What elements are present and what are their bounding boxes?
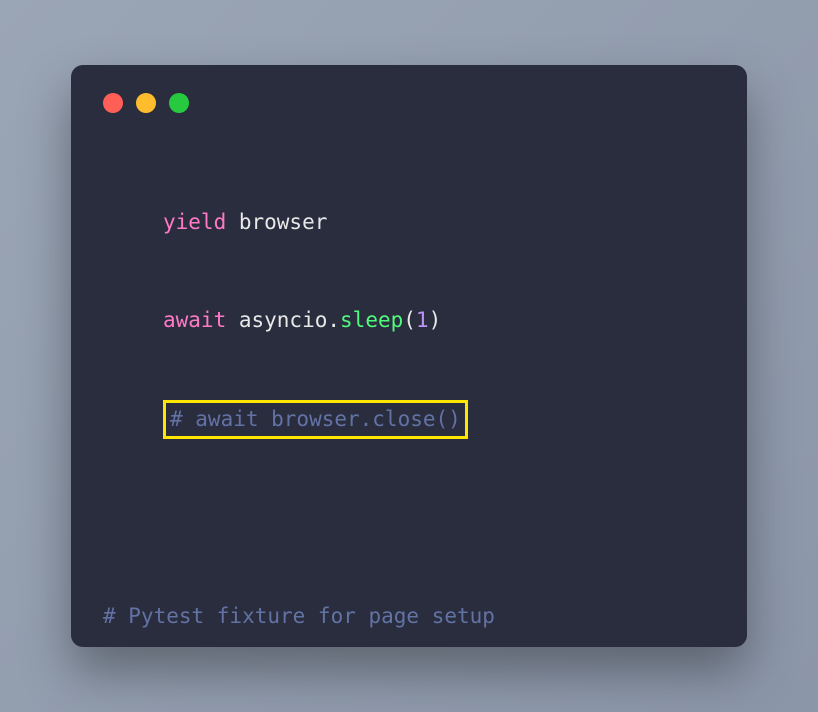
number-literal: 1 xyxy=(416,308,429,332)
keyword-await: await xyxy=(163,308,226,332)
blank-line xyxy=(103,503,715,535)
traffic-lights xyxy=(103,93,715,113)
code-block: yield browser await asyncio.sleep(1) # a… xyxy=(103,141,715,647)
code-line: await asyncio.sleep(1) xyxy=(103,304,715,337)
keyword-yield: yield xyxy=(163,210,226,234)
punct: ) xyxy=(429,308,442,332)
punct: . xyxy=(327,308,340,332)
maximize-icon[interactable] xyxy=(169,93,189,113)
code-line: # Pytest fixture for page setup xyxy=(103,600,715,633)
code-line: yield browser xyxy=(103,206,715,239)
method-call: sleep xyxy=(340,308,403,332)
code-window: yield browser await asyncio.sleep(1) # a… xyxy=(71,65,747,647)
close-icon[interactable] xyxy=(103,93,123,113)
highlight-box: # await browser.close() xyxy=(163,400,468,439)
minimize-icon[interactable] xyxy=(136,93,156,113)
identifier: browser xyxy=(226,210,327,234)
punct: ( xyxy=(403,308,416,332)
code-line: # await browser.close() xyxy=(103,401,715,438)
comment: # Pytest fixture for page setup xyxy=(103,604,495,628)
comment: # await browser.close() xyxy=(170,407,461,431)
identifier: asyncio xyxy=(226,308,327,332)
